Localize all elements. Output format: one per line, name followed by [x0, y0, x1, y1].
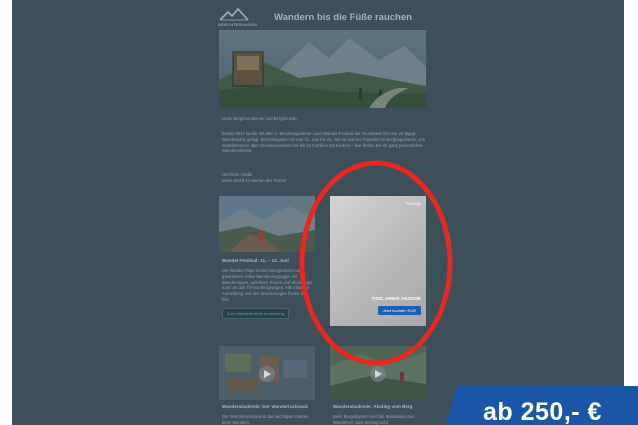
screenshot: BERCHTESGADEN Wandern bis die Füße rauch… [0, 0, 638, 425]
highlight-circle [299, 160, 453, 366]
price-label: ab 250,- € [483, 398, 602, 425]
